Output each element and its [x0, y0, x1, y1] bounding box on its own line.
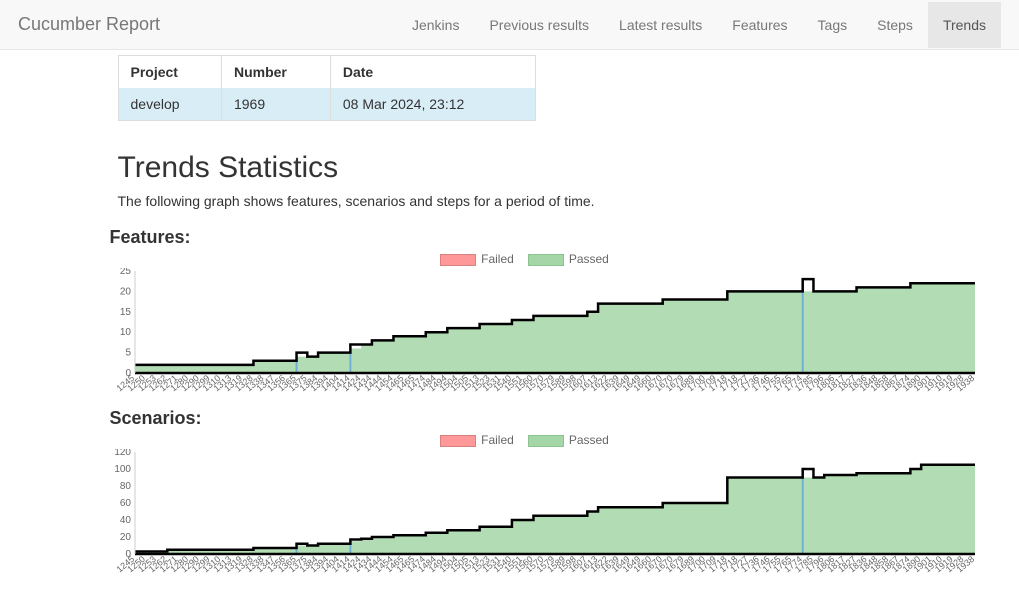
svg-text:120: 120 [114, 449, 131, 458]
chart-legend: Failed Passed [110, 252, 940, 266]
cell-number: 1969 [221, 88, 330, 121]
page-subtitle: The following graph shows features, scen… [118, 193, 990, 209]
svg-text:5: 5 [125, 348, 131, 359]
table-row: develop 1969 08 Mar 2024, 23:12 [118, 88, 535, 121]
legend-passed: Passed [528, 433, 609, 447]
legend-passed: Passed [528, 252, 609, 266]
legend-failed: Failed [440, 433, 514, 447]
scenarios-chart: Failed Passed 02040608010012012451250125… [110, 433, 940, 579]
navbar: Cucumber Report JenkinsPrevious resultsL… [0, 0, 1019, 50]
features-chart: Failed Passed 05101520251245125012531262… [110, 252, 940, 398]
svg-text:25: 25 [119, 268, 131, 277]
page-title: Trends Statistics [118, 151, 990, 185]
nav-links: JenkinsPrevious resultsLatest resultsFea… [397, 2, 1001, 48]
main-container: Project Number Date develop 1969 08 Mar … [10, 55, 1010, 579]
nav-features[interactable]: Features [717, 2, 802, 48]
cell-project: develop [118, 88, 221, 121]
col-date: Date [330, 56, 535, 89]
brand: Cucumber Report [18, 14, 160, 35]
nav-tags[interactable]: Tags [803, 2, 863, 48]
col-number: Number [221, 56, 330, 89]
legend-failed: Failed [440, 252, 514, 266]
nav-jenkins[interactable]: Jenkins [397, 2, 474, 48]
nav-steps[interactable]: Steps [862, 2, 928, 48]
features-label: Features: [110, 227, 990, 248]
cell-date: 08 Mar 2024, 23:12 [330, 88, 535, 121]
build-info-table: Project Number Date develop 1969 08 Mar … [118, 55, 536, 121]
nav-previous-results[interactable]: Previous results [474, 2, 604, 48]
svg-text:40: 40 [119, 515, 131, 526]
col-project: Project [118, 56, 221, 89]
svg-text:20: 20 [119, 532, 131, 543]
svg-text:15: 15 [119, 307, 131, 318]
chart-legend: Failed Passed [110, 433, 940, 447]
svg-text:80: 80 [119, 481, 131, 492]
nav-latest-results[interactable]: Latest results [604, 2, 717, 48]
svg-text:20: 20 [119, 286, 131, 297]
svg-text:100: 100 [114, 464, 131, 475]
svg-text:10: 10 [119, 327, 131, 338]
nav-trends[interactable]: Trends [928, 2, 1001, 48]
scenarios-label: Scenarios: [110, 408, 990, 429]
svg-text:60: 60 [119, 498, 131, 509]
